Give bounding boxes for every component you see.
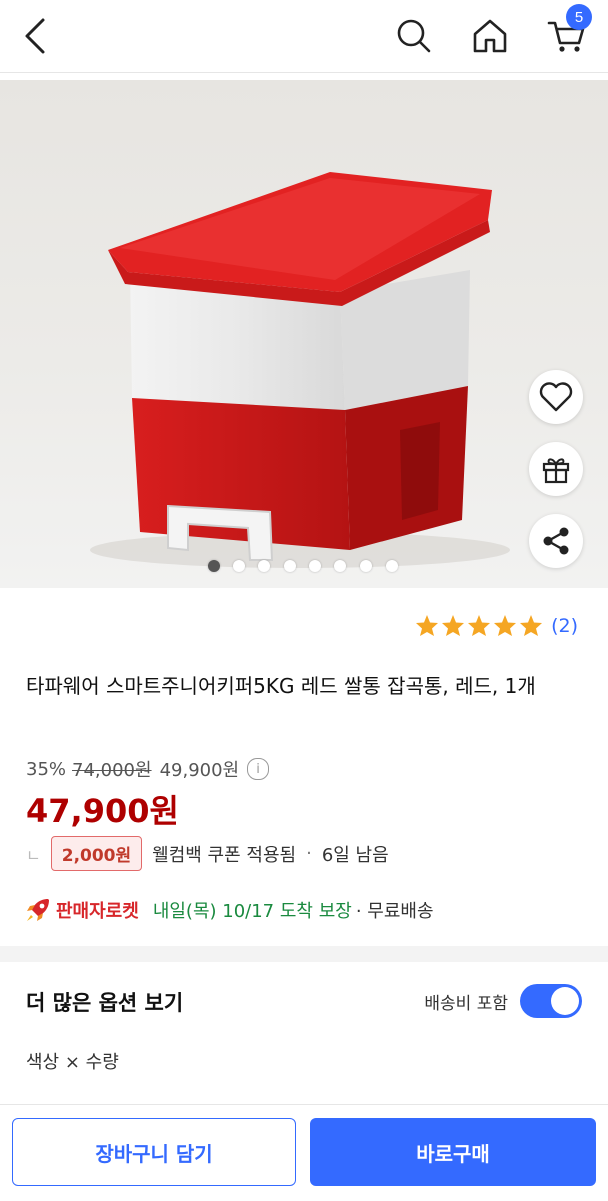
buy-now-button[interactable]: 바로구매 (310, 1118, 596, 1186)
coupon-info: ㄴ 2,000원 웰컴백 쿠폰 적용됨 · 6일 남음 (26, 836, 389, 871)
home-icon (473, 19, 507, 53)
back-icon (25, 18, 45, 54)
price-breakdown: 35% 74,000원 49,900원 i (26, 756, 270, 782)
bottom-action-bar: 장바구니 담기 바로구매 (0, 1104, 608, 1201)
carousel-dot[interactable] (233, 560, 245, 572)
product-title: 타파웨어 스마트주니어키퍼5KG 레드 쌀통 잡곡통, 레드, 1개 (26, 674, 536, 698)
home-button[interactable] (468, 14, 512, 58)
coupon-amount-badge: 2,000원 (50, 836, 143, 871)
cart-count-badge: 5 (566, 4, 592, 30)
delivery-info: 판매자로켓 내일(목) 10/17 도착 보장 · 무료배송 (24, 896, 434, 924)
final-price: 47,900원 (26, 792, 179, 830)
product-image-carousel[interactable] (0, 80, 608, 588)
search-button[interactable] (392, 14, 436, 58)
free-shipping: · 무료배송 (355, 901, 434, 922)
carousel-dot[interactable] (258, 560, 270, 572)
shipping-included-label: 배송비 포함 (424, 993, 508, 1014)
review-count[interactable]: (2) (551, 615, 578, 637)
indent-hook: ㄴ (26, 845, 41, 865)
separator: · (306, 843, 312, 864)
carousel-dot[interactable] (284, 560, 296, 572)
rocket-icon (27, 899, 49, 921)
more-options-title[interactable]: 더 많은 옵션 보기 (26, 987, 183, 1017)
coupon-text: 웰컴백 쿠폰 적용됨 (152, 844, 297, 866)
discount-rate: 35% (26, 758, 67, 780)
coupon-remaining: 6일 남음 (321, 844, 389, 866)
seller-rocket-badge: 판매자로켓 (56, 901, 139, 922)
wishlist-button[interactable] (529, 370, 583, 424)
product-rating[interactable]: (2) (415, 614, 578, 637)
star-icon (416, 615, 439, 636)
carousel-dot[interactable] (309, 560, 321, 572)
sale-price: 49,900원 (159, 760, 240, 781)
star-icon (494, 615, 517, 636)
star-icon (442, 615, 465, 636)
carousel-indicator (0, 558, 608, 576)
product-image (0, 80, 608, 588)
toggle-knob (551, 987, 579, 1015)
shipping-included-toggle-row: 배송비 포함 (424, 984, 582, 1018)
share-icon (543, 527, 569, 555)
carousel-dot[interactable] (208, 560, 220, 572)
star-icon (520, 615, 543, 636)
section-divider (0, 946, 608, 962)
gift-button[interactable] (529, 442, 583, 496)
shipping-included-toggle[interactable] (520, 984, 582, 1018)
carousel-dot[interactable] (360, 560, 372, 572)
original-price: 74,000원 (72, 760, 152, 781)
gift-icon (542, 458, 570, 484)
option-selector[interactable]: 색상 × 수량 (26, 1048, 119, 1074)
star-icon (468, 615, 491, 636)
search-icon (397, 19, 431, 53)
carousel-dot[interactable] (334, 560, 346, 572)
price-info-icon[interactable]: i (247, 758, 270, 780)
delivery-date: 내일(목) 10/17 도착 보장 (152, 901, 352, 922)
add-to-cart-button[interactable]: 장바구니 담기 (12, 1118, 296, 1186)
carousel-dot[interactable] (386, 560, 398, 572)
top-navigation-bar: 5 (0, 0, 608, 73)
back-button[interactable] (14, 14, 58, 58)
heart-icon (539, 382, 573, 412)
